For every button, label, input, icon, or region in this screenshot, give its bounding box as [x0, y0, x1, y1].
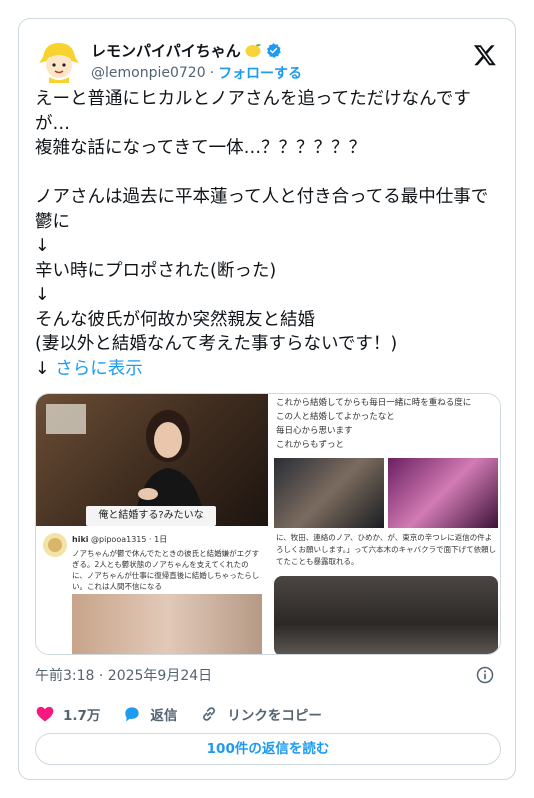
sub-avatar [43, 533, 67, 557]
copy-link-button[interactable]: リンクをコピー [199, 704, 322, 724]
sub-tweet-handle: @pipooa1315 · 1日 [91, 535, 168, 544]
sub-tweet-photo [72, 594, 262, 654]
timestamp[interactable]: 午前3:18 · 2025年9月24日 [35, 665, 212, 685]
avatar[interactable] [35, 37, 83, 85]
tweet-card: レモンパイパイちゃん @lemonpie0720 · フォローする えーと普通に… [18, 18, 516, 780]
right-caption-text-2: に、牧田、連絡のノア、ひめか、が、東京の辛つレに返信の件よろしくお願いします。」… [276, 533, 497, 566]
tweet-header: レモンパイパイちゃん @lemonpie0720 · フォローする [33, 31, 501, 87]
photo-selfie-pink [388, 458, 498, 528]
media-image-right[interactable]: これから結婚してからも毎日一緒に時を重ねる度に この人と結婚してよかったなと 毎… [270, 394, 500, 654]
reply-icon [125, 707, 140, 722]
sub-tweet-name: hiki [72, 535, 89, 544]
link-icon [203, 707, 216, 721]
embedded-tweet: hiki @pipooa1315 · 1日 ノアちゃんが鬱で休んでたときの彼氏と… [36, 526, 268, 654]
like-count: 1.7万 [63, 708, 101, 724]
sub-tweet-text: ノアちゃんが鬱で休んでたときの彼氏と結婚嫌がエグすぎる。2人とも鬱状態のノアちゃ… [72, 549, 260, 591]
show-more-link[interactable]: さらに表示 [55, 359, 143, 379]
photo-woman-interview: 俺と結婚する?みたいな [36, 394, 268, 526]
photo-caption: 俺と結婚する?みたいな [86, 506, 216, 526]
photo-selfie-dark [274, 458, 384, 528]
info-icon[interactable] [475, 665, 495, 685]
separator-dot: · [209, 65, 215, 81]
read-replies-button[interactable]: 100件の返信を読む [35, 733, 501, 765]
tweet-body: えーと普通にヒカルとノアさんを追ってただけなんですが… 複雑な話になってきて一体… [35, 89, 489, 379]
reply-label: 返信 [150, 708, 178, 724]
follow-button[interactable]: フォローする [218, 63, 302, 83]
verified-icon [266, 42, 281, 58]
right-caption-text: これから結婚してからも毎日一緒に時を重ねる度に この人と結婚してよかったなと 毎… [276, 398, 472, 450]
photo-group-club [274, 576, 498, 654]
display-name[interactable]: レモンパイパイちゃん [91, 40, 241, 61]
copy-link-label: リンクをコピー [227, 708, 322, 724]
sub-tweet-header: hiki @pipooa1315 · 1日 [72, 534, 167, 545]
media-image-left[interactable]: 俺と結婚する?みたいな hiki @pipooa1315 · 1日 ノアちゃんが… [36, 394, 268, 654]
author-handle[interactable]: @lemonpie0720 [91, 65, 206, 81]
lemon-emoji [245, 44, 261, 57]
author-names: レモンパイパイちゃん @lemonpie0720 · フォローする [91, 39, 302, 83]
reply-button[interactable]: 返信 [122, 704, 177, 724]
tweet-text: えーと普通にヒカルとノアさんを追ってただけなんですが… 複雑な話になってきて一体… [35, 87, 505, 381]
timestamp-row: 午前3:18 · 2025年9月24日 [35, 663, 499, 687]
heart-icon [36, 706, 54, 722]
x-logo-icon[interactable] [473, 43, 497, 67]
like-button[interactable]: 1.7万 [35, 704, 100, 724]
media-grid[interactable]: 俺と結婚する?みたいな hiki @pipooa1315 · 1日 ノアちゃんが… [35, 393, 501, 655]
action-bar: 1.7万 返信 リンクをコピー [35, 703, 344, 725]
